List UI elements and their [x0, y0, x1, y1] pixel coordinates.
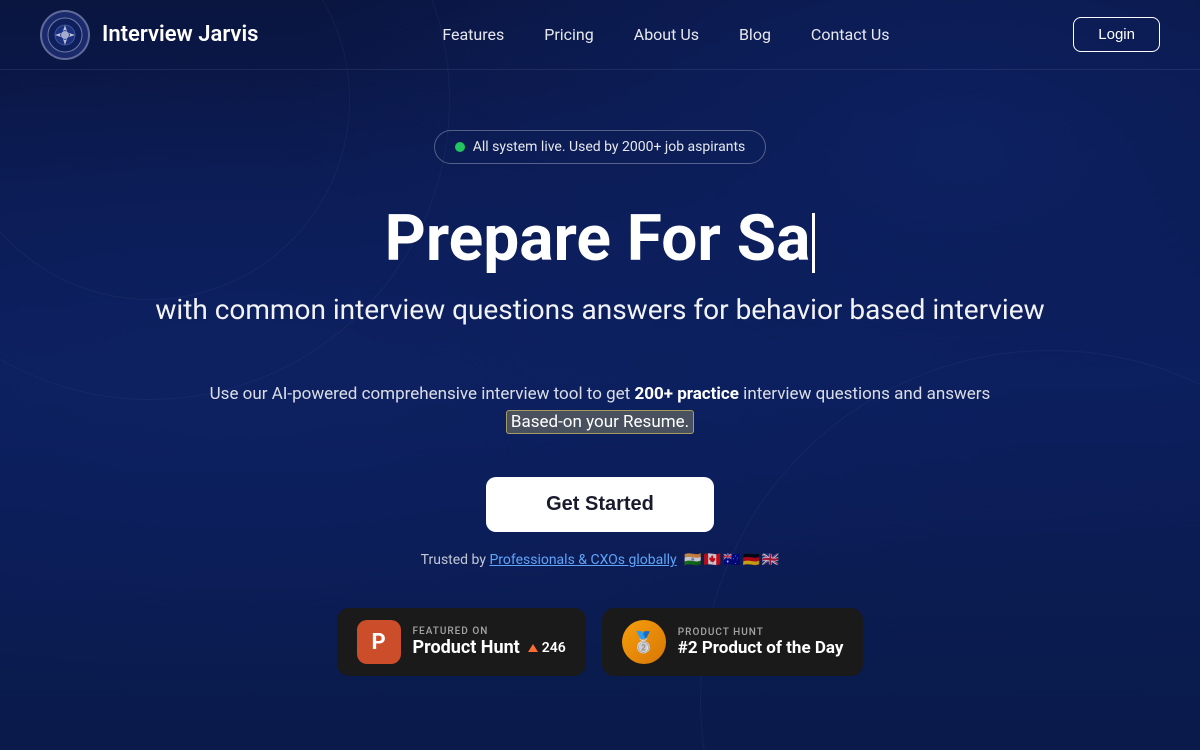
- brand-logo: [40, 10, 90, 60]
- nav-link-features[interactable]: Features: [442, 25, 504, 44]
- nav-links: Features Pricing About Us Blog Contact U…: [442, 25, 889, 44]
- nav-link-blog[interactable]: Blog: [739, 25, 771, 44]
- flag-canada: 🇨🇦: [704, 552, 721, 568]
- product-hunt-badge-2[interactable]: 🥈 PRODUCT HUNT #2 Product of the Day: [602, 608, 864, 676]
- flag-india: 🇮🇳: [684, 552, 701, 568]
- triangle-icon: [528, 644, 538, 652]
- desc-part2: interview questions and answers: [739, 384, 990, 404]
- hero-description: Use our AI-powered comprehensive intervi…: [210, 380, 991, 438]
- login-button[interactable]: Login: [1073, 17, 1160, 52]
- product-hunt-badge-1[interactable]: P FEATURED ON Product Hunt 246: [337, 608, 586, 676]
- nav-link-pricing[interactable]: Pricing: [544, 25, 594, 44]
- nav-link-about[interactable]: About Us: [634, 25, 699, 44]
- status-text: All system live. Used by 2000+ job aspir…: [473, 139, 746, 155]
- flag-australia: 🇦🇺: [723, 552, 740, 568]
- hero-heading: Prepare For Sa with common interview que…: [155, 204, 1044, 330]
- navbar: Interview Jarvis Features Pricing About …: [0, 0, 1200, 70]
- get-started-button[interactable]: Get Started: [486, 477, 714, 532]
- flags: 🇮🇳 🇨🇦 🇦🇺 🇩🇪 🇬🇧: [684, 552, 779, 568]
- desc-bold: 200+ practice: [634, 384, 739, 404]
- flag-uk: 🇬🇧: [762, 552, 779, 568]
- ph-icon: P: [357, 620, 401, 664]
- status-badge: All system live. Used by 2000+ job aspir…: [434, 130, 767, 164]
- status-dot: [455, 142, 465, 152]
- nav-item-pricing[interactable]: Pricing: [544, 25, 594, 44]
- main-content: All system live. Used by 2000+ job aspir…: [0, 70, 1200, 676]
- text-cursor: [812, 213, 815, 273]
- desc-part1: Use our AI-powered comprehensive intervi…: [210, 384, 635, 404]
- ph2-title: #2 Product of the Day: [678, 638, 844, 658]
- ph-count: 246: [528, 640, 566, 656]
- nav-item-contact[interactable]: Contact Us: [811, 25, 890, 44]
- brand-name: Interview Jarvis: [102, 22, 258, 47]
- trusted-prefix: Trusted by: [421, 552, 486, 568]
- hero-h1-text: Prepare For Sa: [385, 201, 811, 276]
- ph2-info: PRODUCT HUNT #2 Product of the Day: [678, 627, 844, 658]
- ph-info: FEATURED ON Product Hunt 246: [413, 626, 566, 658]
- logo-svg: [47, 17, 83, 53]
- hero-h1: Prepare For Sa: [155, 204, 1044, 274]
- nav-link-contact[interactable]: Contact Us: [811, 25, 890, 44]
- brand-link[interactable]: Interview Jarvis: [40, 10, 258, 60]
- ph2-label: PRODUCT HUNT: [678, 627, 844, 638]
- ph-featured-on: FEATURED ON: [413, 626, 566, 637]
- flag-germany: 🇩🇪: [742, 552, 759, 568]
- ph-name: Product Hunt: [413, 637, 520, 658]
- desc-highlight: Based-on your Resume.: [506, 410, 694, 434]
- medal-icon: 🥈: [622, 620, 666, 664]
- ph-top: Product Hunt 246: [413, 637, 566, 658]
- trusted-by: Trusted by Professionals & CXOs globally…: [421, 552, 780, 568]
- trusted-link[interactable]: Professionals & CXOs globally: [489, 552, 676, 568]
- hero-h2: with common interview questions answers …: [155, 290, 1044, 329]
- ph-count-number: 246: [542, 640, 566, 656]
- nav-item-blog[interactable]: Blog: [739, 25, 771, 44]
- nav-item-features[interactable]: Features: [442, 25, 504, 44]
- badges-row: P FEATURED ON Product Hunt 246 🥈 PRODUCT…: [337, 608, 864, 676]
- nav-item-about[interactable]: About Us: [634, 25, 699, 44]
